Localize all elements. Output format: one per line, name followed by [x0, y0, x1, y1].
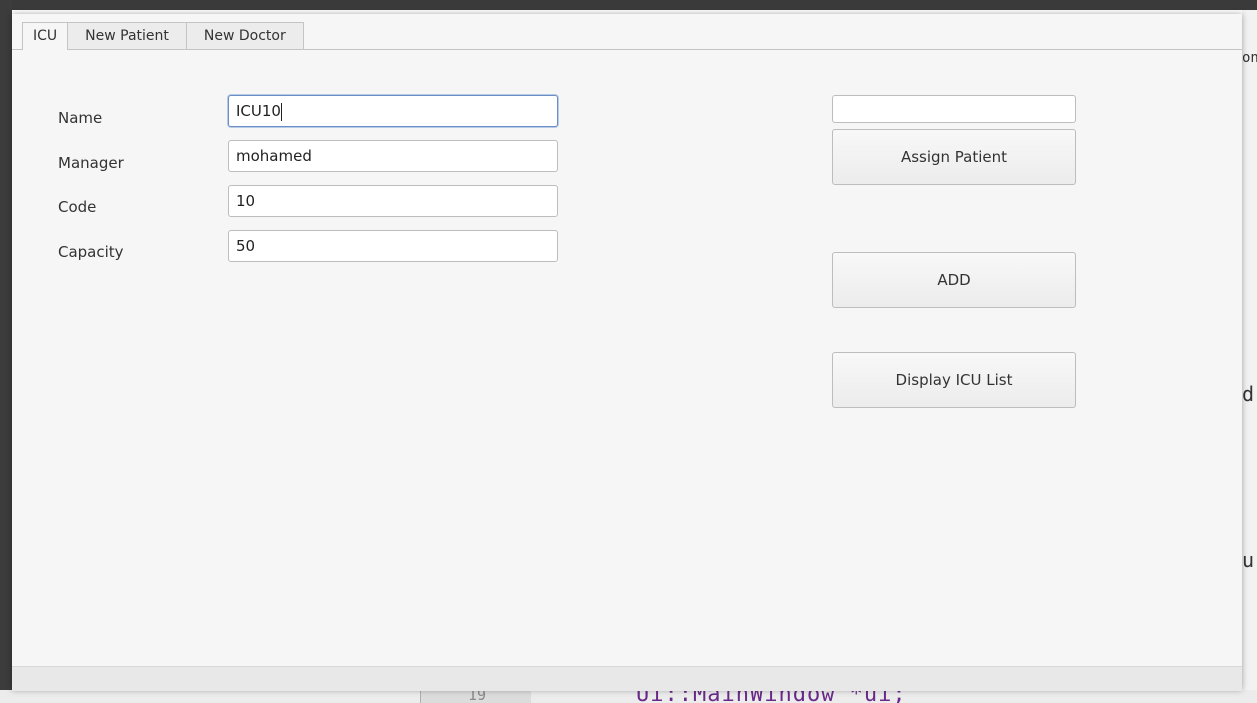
- background-code-fragment: d: [1242, 382, 1255, 406]
- assign-patient-button[interactable]: Assign Patient: [832, 129, 1076, 185]
- name-field[interactable]: ICU10: [228, 95, 558, 127]
- tab-bar: ICU New Patient New Doctor: [22, 22, 304, 50]
- background-editor-right: on d u: [1242, 10, 1257, 690]
- name-label: Name: [58, 109, 103, 127]
- capacity-field[interactable]: [228, 230, 558, 262]
- code-field[interactable]: [228, 185, 558, 217]
- text-caret: [280, 102, 282, 121]
- main-window: ICU New Patient New Doctor Name ICU10 Ma…: [12, 14, 1242, 691]
- name-field-value: ICU10: [236, 102, 281, 120]
- manager-field[interactable]: [228, 140, 558, 172]
- background-editor-bottom: 19 Ui::MainWindow *ui;: [0, 682, 1257, 703]
- code-label: Code: [58, 198, 97, 216]
- tab-new-patient[interactable]: New Patient: [67, 22, 187, 49]
- tab-icu[interactable]: ICU: [22, 22, 69, 50]
- screen: on d u 19 Ui::MainWindow *ui; ICU New Pa…: [0, 0, 1257, 703]
- capacity-label: Capacity: [58, 243, 124, 261]
- manager-label: Manager: [58, 154, 124, 172]
- icu-tab-panel: Name ICU10 Manager Code Capacity Assign …: [12, 50, 1242, 666]
- background-code-fragment: on: [1242, 50, 1257, 66]
- status-bar: [12, 666, 1242, 691]
- background-code-fragment: u: [1242, 548, 1255, 572]
- tab-new-doctor[interactable]: New Doctor: [185, 22, 304, 49]
- display-icu-list-button[interactable]: Display ICU List: [832, 352, 1076, 408]
- background-editor-top: [0, 0, 1257, 10]
- background-editor-left: [0, 0, 12, 690]
- add-button[interactable]: ADD: [832, 252, 1076, 308]
- assign-patient-input[interactable]: [832, 95, 1076, 123]
